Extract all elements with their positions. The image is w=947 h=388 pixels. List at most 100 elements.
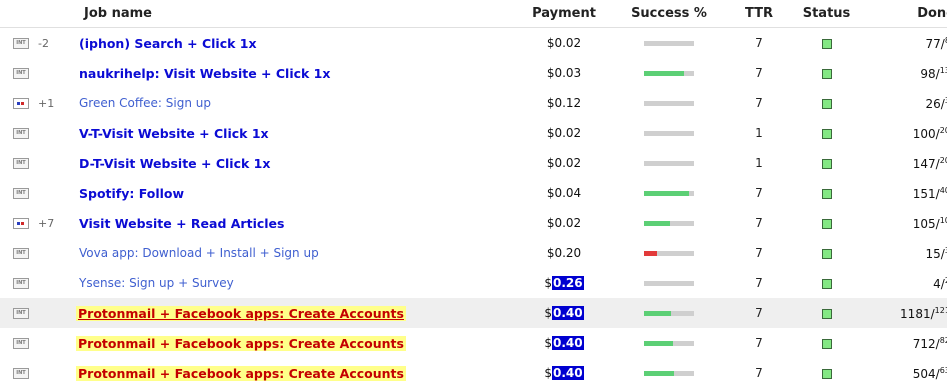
job-cell: Green Coffee: Sign up xyxy=(76,88,514,118)
payment-prefix: $ xyxy=(544,306,553,320)
done-count: 26/38 xyxy=(925,96,947,111)
status-square-icon xyxy=(821,38,832,49)
payment-prefix: $0.02 xyxy=(546,216,582,230)
header-payment[interactable]: Payment xyxy=(514,0,614,28)
job-link[interactable]: (iphon) Search + Click 1x xyxy=(76,36,257,51)
success-bar-fill xyxy=(644,371,674,376)
header-row: Job name Payment Success % TTR Status Do… xyxy=(0,0,947,28)
payment-cell: $0.02 xyxy=(514,118,614,148)
done-number: 147 xyxy=(912,156,936,171)
payment-cell: $0.40 xyxy=(514,328,614,358)
payment-value: $0.02 xyxy=(547,216,581,230)
done-number: 26 xyxy=(925,96,941,111)
success-cell xyxy=(614,268,724,298)
success-cell xyxy=(614,88,724,118)
job-link[interactable]: Spotify: Follow xyxy=(76,186,184,201)
table-row[interactable]: INT D-T-Visit Website + Click 1x $0.02 1 147… xyxy=(0,148,947,178)
job-link[interactable]: Vova app: Download + Install + Sign up xyxy=(76,246,319,260)
international-flag-icon: INT xyxy=(13,247,29,259)
done-number: 1181 xyxy=(900,306,931,321)
job-cell: Protonmail + Facebook apps: Create Accou… xyxy=(76,358,514,388)
done-cell: 105/108 xyxy=(859,208,947,238)
international-flag-icon: INT xyxy=(13,187,29,199)
job-cell: Spotify: Follow xyxy=(76,178,514,208)
done-cell: 504/636 xyxy=(859,358,947,388)
payment-cell: $0.02 xyxy=(514,208,614,238)
table-row[interactable]: INT V-T-Visit Website + Click 1x $0.02 1 100… xyxy=(0,118,947,148)
payment-value: $0.40 xyxy=(544,366,584,380)
job-link[interactable]: Protonmail + Facebook apps: Create Accou… xyxy=(76,335,406,351)
done-number: 504 xyxy=(912,366,936,381)
ttr-value: 7 xyxy=(755,36,763,50)
job-cell: Ysense: Sign up + Survey xyxy=(76,268,514,298)
ttr-value: 1 xyxy=(755,126,763,140)
status-square-icon xyxy=(821,98,832,109)
job-link[interactable]: D-T-Visit Website + Click 1x xyxy=(76,156,270,171)
ttr-value: 7 xyxy=(755,276,763,290)
header-success[interactable]: Success % xyxy=(614,0,724,28)
done-cell: 15/30 xyxy=(859,238,947,268)
job-link[interactable]: Protonmail + Facebook apps: Create Accou… xyxy=(76,305,406,321)
status-square-icon xyxy=(821,68,832,79)
done-number: 100 xyxy=(912,126,936,141)
status-cell xyxy=(794,208,859,238)
header-job[interactable]: Job name xyxy=(76,0,514,28)
status-square-icon xyxy=(821,338,832,349)
success-bar xyxy=(644,161,694,166)
jobs-table: Job name Payment Success % TTR Status Do… xyxy=(0,0,947,388)
ttr-value: 7 xyxy=(755,96,763,110)
payment-highlight: 0.40 xyxy=(552,366,584,380)
flag-cell: INT xyxy=(0,118,76,148)
payment-prefix: $ xyxy=(544,366,553,380)
country-flag-icon xyxy=(13,217,29,229)
status-square-icon xyxy=(821,128,832,139)
table-row[interactable]: INT -2 (iphon) Search + Click 1x $0.02 7 77/8… xyxy=(0,28,947,59)
done-count: 98/130 xyxy=(920,66,947,81)
job-link[interactable]: naukrihelp: Visit Website + Click 1x xyxy=(76,66,330,81)
success-bar-fill xyxy=(644,221,670,226)
table-row[interactable]: INT Spotify: Follow $0.04 7 151/404 xyxy=(0,178,947,208)
success-cell xyxy=(614,28,724,59)
country-offset: +1 xyxy=(38,96,55,110)
status-square-icon xyxy=(821,278,832,289)
job-link[interactable]: Ysense: Sign up + Survey xyxy=(76,276,234,290)
payment-value: $0.26 xyxy=(544,276,584,290)
status-square-icon xyxy=(821,248,832,259)
ttr-value: 7 xyxy=(755,366,763,380)
job-link[interactable]: V-T-Visit Website + Click 1x xyxy=(76,126,269,141)
done-cell: 4/25 xyxy=(859,268,947,298)
table-row[interactable]: INT Protonmail + Facebook apps: Create Ac… xyxy=(0,358,947,388)
payment-value: $0.03 xyxy=(547,66,581,80)
country-flag-icon xyxy=(13,97,29,109)
done-count: 4/25 xyxy=(933,276,947,291)
done-count: 1181/1218 xyxy=(900,306,947,321)
payment-cell: $0.20 xyxy=(514,238,614,268)
done-number: 98 xyxy=(920,66,936,81)
job-cell: D-T-Visit Website + Click 1x xyxy=(76,148,514,178)
international-flag-icon: INT xyxy=(13,67,29,79)
job-link[interactable]: Protonmail + Facebook apps: Create Accou… xyxy=(76,365,406,381)
table-row[interactable]: INT Protonmail + Facebook apps: Create Ac… xyxy=(0,328,947,358)
payment-cell: $0.03 xyxy=(514,58,614,88)
table-row[interactable]: INT Vova app: Download + Install + Sign u… xyxy=(0,238,947,268)
payment-value: $0.40 xyxy=(544,336,584,350)
header-ttr[interactable]: TTR xyxy=(724,0,794,28)
done-cell: 712/825 xyxy=(859,328,947,358)
flag-cell: INT xyxy=(0,268,76,298)
success-bar-fill xyxy=(644,341,673,346)
international-flag-icon: INT xyxy=(13,337,29,349)
table-row[interactable]: INT Ysense: Sign up + Survey $0.26 7 4/25 xyxy=(0,268,947,298)
payment-prefix: $0.12 xyxy=(546,96,582,110)
header-done[interactable]: Done xyxy=(859,0,947,28)
success-cell xyxy=(614,58,724,88)
table-row[interactable]: INT Protonmail + Facebook apps: Create Ac… xyxy=(0,298,947,328)
done-total: 108 xyxy=(939,215,947,225)
table-row[interactable]: INT naukrihelp: Visit Website + Click 1x $… xyxy=(0,58,947,88)
job-cell: (iphon) Search + Click 1x xyxy=(76,28,514,59)
table-row[interactable]: +1 Green Coffee: Sign up $0.12 7 26/38 xyxy=(0,88,947,118)
status-cell xyxy=(794,268,859,298)
job-link[interactable]: Green Coffee: Sign up xyxy=(76,96,211,110)
table-row[interactable]: +7 Visit Website + Read Articles $0.02 7 105… xyxy=(0,208,947,238)
header-status[interactable]: Status xyxy=(794,0,859,28)
job-link[interactable]: Visit Website + Read Articles xyxy=(76,216,284,231)
